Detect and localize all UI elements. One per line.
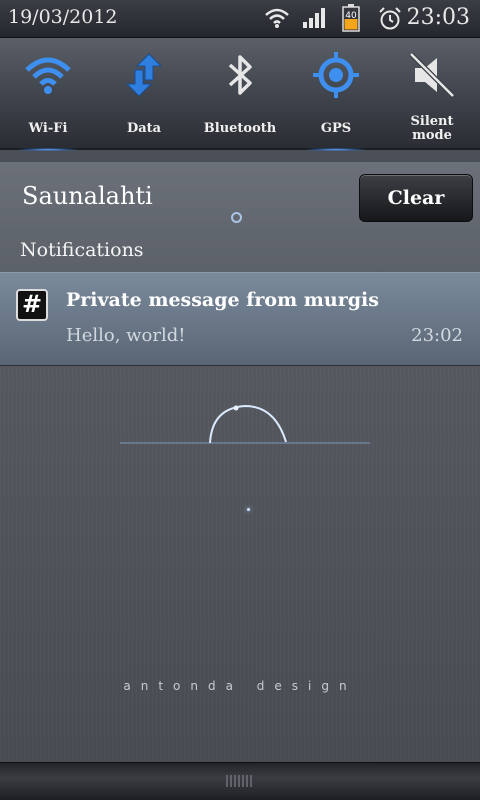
toggle-label: Silent mode (384, 115, 480, 143)
status-time: 23:03 (406, 5, 470, 30)
notification-title: Private message from murgis (66, 289, 379, 311)
battery-icon: 40 (342, 4, 360, 32)
notifications-heading: Notifications (20, 239, 144, 261)
silent-mode-icon (409, 52, 455, 98)
carrier-name: Saunalahti (22, 182, 153, 210)
planet-arc-graphic (120, 404, 370, 444)
toggle-label-line2: mode (412, 128, 452, 143)
star-dot (247, 508, 250, 511)
drag-handle[interactable] (0, 762, 480, 800)
data-arrows-icon (125, 53, 163, 97)
toggle-label: Data (126, 121, 162, 136)
hash-icon: # (16, 289, 48, 321)
wallpaper: antonda design (0, 366, 480, 762)
toggle-label-line1: Silent (410, 114, 454, 129)
ring-icon (231, 212, 242, 223)
wifi-icon (25, 57, 71, 94)
notification-text: Hello, world! (66, 325, 186, 346)
toggle-bluetooth[interactable]: Bluetooth (192, 38, 288, 150)
toggle-data[interactable]: Data (96, 38, 192, 150)
quick-toggle-bar: Wi-Fi Data Bluetooth GPS Silent mode (0, 38, 480, 151)
bluetooth-icon (228, 55, 252, 95)
status-date: 19/03/2012 (8, 6, 118, 28)
battery-level: 40 (345, 11, 357, 21)
toggle-gps[interactable]: GPS (288, 38, 384, 151)
toggle-label: GPS (320, 121, 352, 136)
grip-icon (226, 775, 254, 787)
toggle-glow (18, 148, 78, 151)
notification-time: 23:02 (411, 325, 463, 346)
status-bar: 19/03/2012 40 23:03 (0, 0, 480, 38)
wifi-icon (265, 8, 289, 28)
toggle-label: Bluetooth (203, 121, 277, 136)
signal-icon (303, 8, 325, 28)
notification-item[interactable]: # Private message from murgis Hello, wor… (0, 272, 480, 366)
toggle-label: Wi-Fi (28, 121, 68, 136)
toggle-wifi[interactable]: Wi-Fi (0, 38, 96, 151)
toggle-glow (306, 148, 366, 151)
wallpaper-brand: antonda design (123, 679, 357, 693)
gps-icon (313, 52, 359, 98)
clear-button[interactable]: Clear (359, 174, 473, 222)
toggle-silent-mode[interactable]: Silent mode (384, 38, 480, 150)
alarm-icon (379, 7, 401, 30)
